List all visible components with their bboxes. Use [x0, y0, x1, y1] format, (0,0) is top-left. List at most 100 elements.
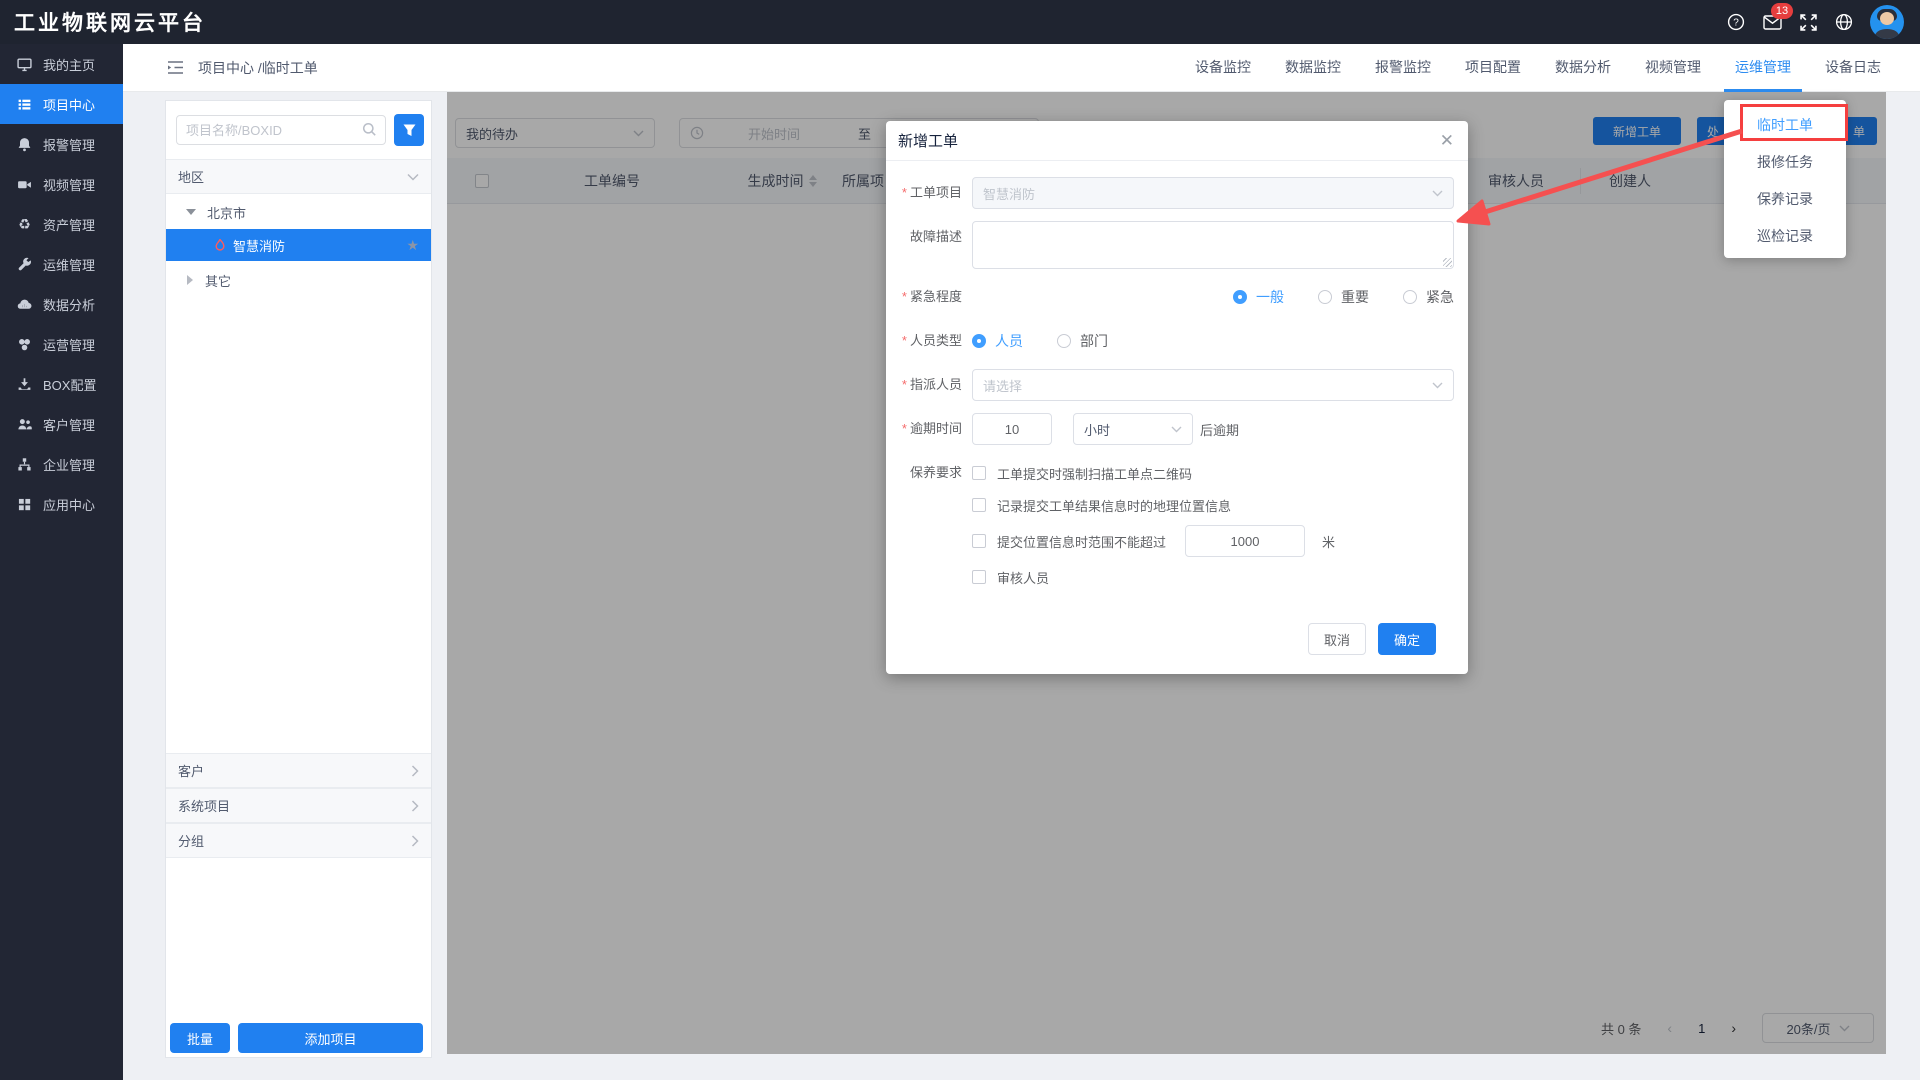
- section-region[interactable]: 地区: [166, 159, 431, 194]
- section-region-label: 地区: [178, 167, 204, 186]
- field-fault-desc: 故障描述: [898, 221, 1454, 269]
- nav-item-project-config[interactable]: 项目配置: [1448, 44, 1538, 92]
- sidebar-item-ops[interactable]: 运维管理: [0, 244, 123, 284]
- app-title: 工业物联网云平台: [0, 7, 206, 37]
- fullscreen-icon[interactable]: [1798, 12, 1818, 32]
- checkbox-label: 记录提交工单结果信息时的地理位置信息: [997, 496, 1231, 515]
- caret-expanded-icon[interactable]: [186, 209, 196, 215]
- star-icon[interactable]: ★: [406, 237, 419, 254]
- section-customer[interactable]: 客户: [166, 753, 431, 788]
- checkbox[interactable]: [972, 534, 986, 548]
- sidebar-item-operation[interactable]: 运营管理: [0, 324, 123, 364]
- mail-icon[interactable]: 13: [1762, 12, 1782, 32]
- batch-button[interactable]: 批量: [170, 1023, 230, 1053]
- overdue-unit-select[interactable]: 小时: [1073, 413, 1193, 445]
- sidebar-item-project-center[interactable]: 项目中心: [0, 84, 123, 124]
- cancel-button[interactable]: 取消: [1308, 623, 1366, 655]
- field-label: 故障描述: [898, 221, 962, 253]
- filter-button[interactable]: [394, 114, 424, 146]
- modal-title: 新增工单: [898, 130, 958, 151]
- checkbox[interactable]: [972, 570, 986, 584]
- checkbox-row-scan-qr[interactable]: 工单提交时强制扫描工单点二维码: [972, 457, 1454, 489]
- sidebar-item-app-center[interactable]: 应用中心: [0, 484, 123, 524]
- field-label: 人员类型: [898, 325, 962, 357]
- sidebar-item-video[interactable]: 视频管理: [0, 164, 123, 204]
- field-workorder-project: 工单项目 智慧消防: [898, 177, 1454, 209]
- confirm-button[interactable]: 确定: [1378, 623, 1436, 655]
- modal-header: 新增工单 ✕: [886, 121, 1468, 161]
- nav-item-device-log[interactable]: 设备日志: [1808, 44, 1898, 92]
- nav-item-video-manage[interactable]: 视频管理: [1628, 44, 1718, 92]
- radio-normal[interactable]: 一般: [1233, 287, 1284, 307]
- checkbox-row-geo-record[interactable]: 记录提交工单结果信息时的地理位置信息: [972, 489, 1454, 521]
- workorder-project-select[interactable]: 智慧消防: [972, 177, 1454, 209]
- menu-item-repair-task[interactable]: 报修任务: [1724, 143, 1846, 180]
- sidebar-item-home[interactable]: 我的主页: [0, 44, 123, 84]
- nav-item-device-monitor[interactable]: 设备监控: [1178, 44, 1268, 92]
- new-workorder-modal: 新增工单 ✕ 工单项目 智慧消防 故障描述 紧急程度: [886, 121, 1468, 674]
- checkbox[interactable]: [972, 498, 986, 512]
- sidebar-item-asset[interactable]: ♻ 资产管理: [0, 204, 123, 244]
- menu-item-maintain-record[interactable]: 保养记录: [1724, 180, 1846, 217]
- urgency-radio-group: 一般 重要 紧急: [972, 281, 1454, 313]
- assignee-select[interactable]: 请选择: [972, 369, 1454, 401]
- menu-item-temp-workorder[interactable]: 临时工单: [1724, 106, 1846, 143]
- person-type-radio-group: 人员 部门: [972, 325, 1454, 357]
- radio-dot: [1403, 290, 1417, 304]
- user-avatar[interactable]: [1870, 5, 1904, 39]
- search-input[interactable]: [176, 115, 386, 145]
- section-system-project[interactable]: 系统项目: [166, 788, 431, 823]
- chevron-down-icon: [1171, 426, 1182, 433]
- nav-item-ops-manage[interactable]: 运维管理: [1718, 44, 1808, 92]
- section-group[interactable]: 分组: [166, 823, 431, 858]
- menu-item-inspect-record[interactable]: 巡检记录: [1724, 217, 1846, 254]
- tree-node-label: 其它: [205, 271, 231, 290]
- sidebar-item-label: 应用中心: [43, 495, 95, 514]
- radio-department[interactable]: 部门: [1057, 331, 1108, 351]
- collapse-menu-icon[interactable]: [167, 60, 184, 75]
- radio-dot: [1318, 290, 1332, 304]
- checkbox[interactable]: [972, 466, 986, 480]
- checkbox-label: 工单提交时强制扫描工单点二维码: [997, 464, 1192, 483]
- radio-person[interactable]: 人员: [972, 331, 1023, 351]
- section-label: 客户: [178, 761, 204, 780]
- radio-urgent[interactable]: 紧急: [1403, 287, 1454, 307]
- overdue-value-input[interactable]: [972, 413, 1052, 445]
- sidebar-item-alarm[interactable]: 报警管理: [0, 124, 123, 164]
- field-label: 指派人员: [898, 369, 962, 401]
- avatar-face: [1880, 12, 1894, 25]
- checkbox-row-reviewer[interactable]: 审核人员: [972, 561, 1454, 593]
- sidebar-item-customer[interactable]: 客户管理: [0, 404, 123, 444]
- users-icon: [17, 417, 32, 432]
- tree-node-other[interactable]: 其它: [166, 265, 431, 295]
- sidebar-item-analytics[interactable]: 数据分析: [0, 284, 123, 324]
- radio-important[interactable]: 重要: [1318, 287, 1369, 307]
- distance-value-input[interactable]: [1185, 525, 1305, 557]
- chevron-right-icon: [411, 765, 419, 777]
- fault-desc-textarea[interactable]: [972, 221, 1454, 269]
- radio-label: 重要: [1341, 287, 1369, 307]
- add-project-button[interactable]: 添加项目: [238, 1023, 423, 1053]
- globe-icon[interactable]: [1834, 12, 1854, 32]
- project-tree-panel: 地区 北京市 智慧消防 ★ 其它 客户 系统项目 分组 批量: [165, 100, 432, 1058]
- search-icon[interactable]: [362, 122, 377, 137]
- chevron-down-icon: [1432, 190, 1443, 197]
- field-label: 紧急程度: [898, 281, 962, 313]
- nav-item-alarm-monitor[interactable]: 报警监控: [1358, 44, 1448, 92]
- help-icon[interactable]: ?: [1726, 12, 1746, 32]
- sidebar-item-enterprise[interactable]: 企业管理: [0, 444, 123, 484]
- tree-node-beijing[interactable]: 北京市: [166, 197, 431, 227]
- fault-desc-wrap: [972, 221, 1454, 269]
- sidebar-item-box-config[interactable]: BOX配置: [0, 364, 123, 404]
- nav-item-data-monitor[interactable]: 数据监控: [1268, 44, 1358, 92]
- checkbox-row-distance-limit[interactable]: 提交位置信息时范围不能超过 米: [972, 521, 1454, 561]
- caret-collapsed-icon[interactable]: [187, 275, 193, 285]
- wrench-icon: [17, 257, 32, 272]
- top-app-bar: 工业物联网云平台 ? 13: [0, 0, 1920, 44]
- field-assignee: 指派人员 请选择: [898, 369, 1454, 401]
- overdue-unit-value: 小时: [1084, 420, 1110, 439]
- tree-node-label: 北京市: [207, 203, 246, 222]
- close-icon[interactable]: ✕: [1440, 132, 1454, 149]
- nav-item-data-analysis[interactable]: 数据分析: [1538, 44, 1628, 92]
- tree-node-smart-fire[interactable]: 智慧消防 ★: [166, 229, 431, 261]
